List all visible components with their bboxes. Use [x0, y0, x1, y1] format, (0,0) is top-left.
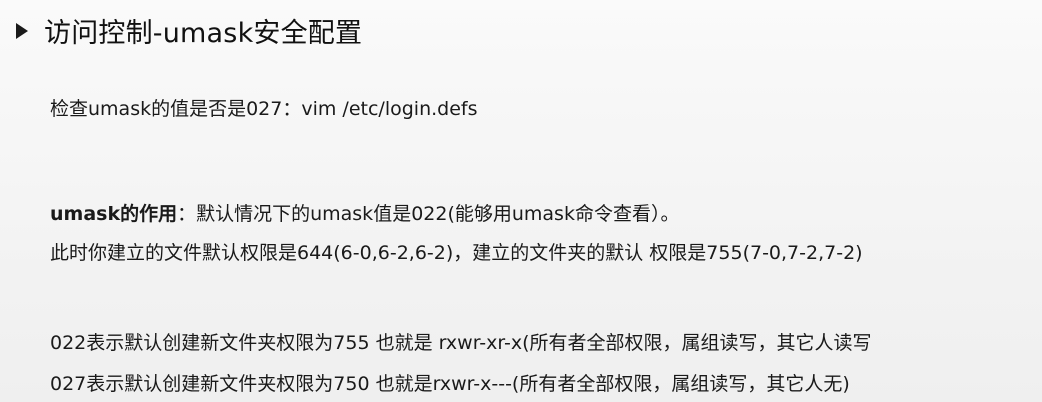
slide-title: 访问控制-umask安全配置: [44, 17, 363, 49]
umask-027-line: 027表示默认创建新文件夹权限为750 也就是rxwr-x---(所有者全部权限…: [50, 373, 850, 395]
umask-purpose-line: umask的作用：默认情况下的umask值是022(能够用umask命令查看）。: [50, 199, 679, 226]
umask-022-line: 022表示默认创建新文件夹权限为755 也就是 rxwr-xr-x(所有者全部权…: [50, 332, 872, 354]
check-umask-line: 检查umask的值是否是027：vim /etc/login.defs: [50, 98, 478, 120]
title-row: 访问控制-umask安全配置: [16, 10, 362, 50]
default-permission-line: 此时你建立的文件默认权限是644(6-0,6-2,6-2)，建立的文件夹的默认 …: [50, 242, 863, 264]
slide: 访问控制-umask安全配置 检查umask的值是否是027：vim /etc/…: [0, 0, 1042, 402]
umask-purpose-label: umask的作用: [50, 203, 178, 225]
umask-purpose-text: ：默认情况下的umask值是022(能够用umask命令查看）。: [177, 203, 680, 225]
arrow-bullet-icon: [16, 23, 28, 39]
